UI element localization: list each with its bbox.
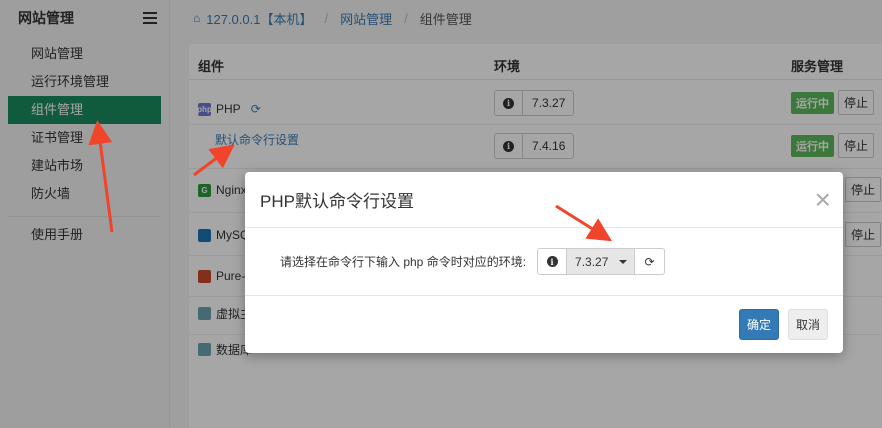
modal-title: PHP默认命令行设置 — [260, 192, 414, 211]
close-icon[interactable]: × — [815, 185, 831, 214]
modal-body: 请选择在命令行下输入 php 命令时对应的环境: i 7.3.27 ⟳ — [245, 228, 843, 296]
php-cli-modal: PHP默认命令行设置 × 请选择在命令行下输入 php 命令时对应的环境: i … — [245, 172, 843, 353]
version-dropdown[interactable]: 7.3.27 — [567, 249, 636, 274]
refresh-icon[interactable]: ⟳ — [635, 249, 664, 274]
modal-footer: 确定 取消 — [245, 296, 843, 352]
env-select-label: 请选择在命令行下输入 php 命令时对应的环境: — [280, 255, 527, 269]
info-icon: i — [546, 256, 558, 267]
selected-version: 7.3.27 — [575, 254, 609, 269]
version-select-group: i 7.3.27 ⟳ — [537, 248, 666, 275]
info-button[interactable]: i — [538, 249, 568, 274]
confirm-button[interactable]: 确定 — [738, 308, 779, 340]
chevron-down-icon — [619, 259, 628, 264]
modal-header: PHP默认命令行设置 × — [245, 172, 843, 228]
cancel-button[interactable]: 取消 — [787, 308, 828, 340]
